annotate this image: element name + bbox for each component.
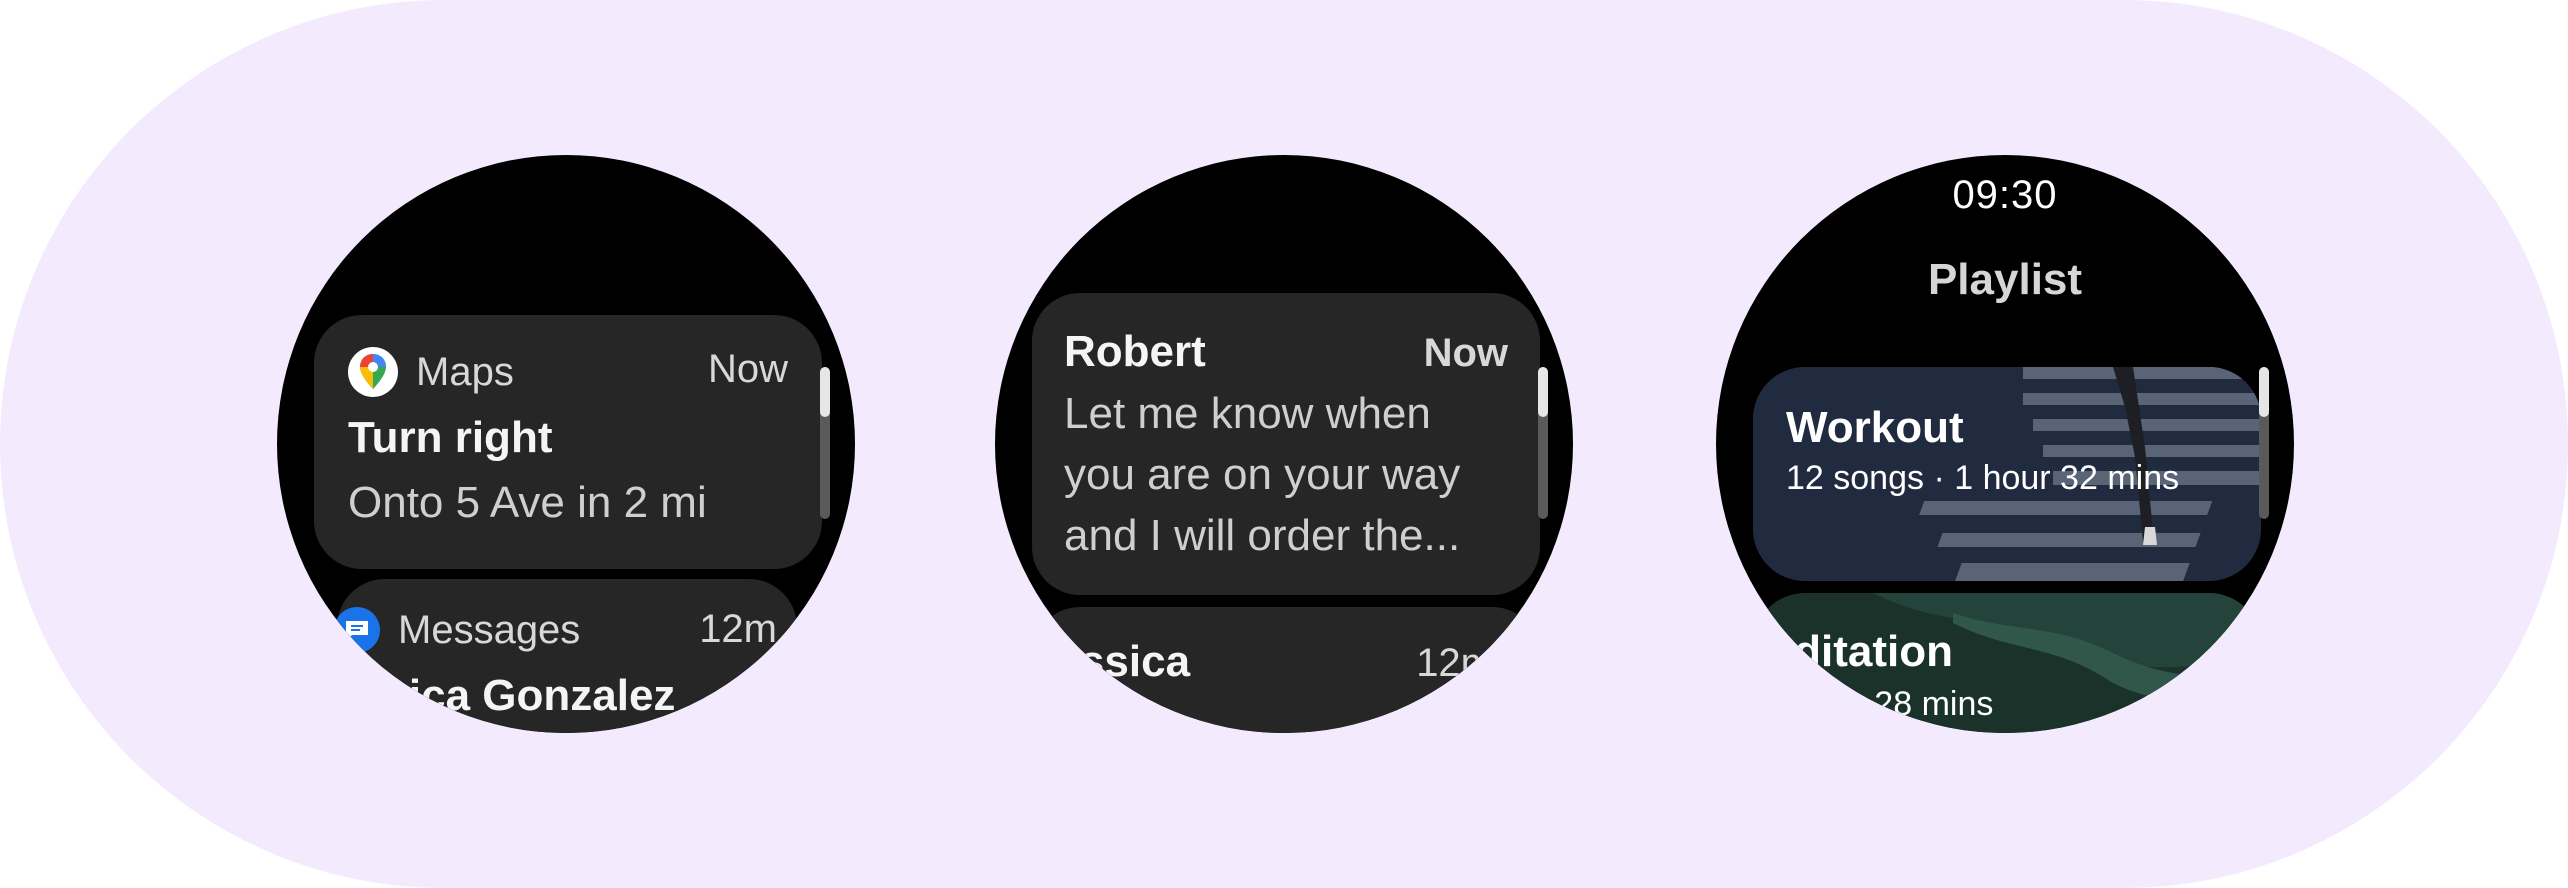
scrollbar-thumb[interactable] <box>1538 367 1548 417</box>
playlist-chip-workout[interactable]: Workout 12 songs · 1 hour 32 mins <box>1753 367 2261 581</box>
notification-app-row: Messages <box>334 607 580 653</box>
message-time: Now <box>1423 331 1508 375</box>
watch-playlist: 09:30 Playlist Workout 12 songs · 1 hour… <box>1716 155 2294 733</box>
notification-app-row: Maps <box>348 347 514 397</box>
message-line-2: you are on your way <box>1064 450 1461 499</box>
notification-title: Jessica Gonzalez <box>311 671 676 720</box>
notification-time: Now <box>707 347 788 391</box>
scrollbar-thumb[interactable] <box>820 367 830 417</box>
message-card-jessica[interactable]: Jessica 12m <box>1031 607 1540 733</box>
canvas-background: Maps Now Turn right Onto 5 Ave in 2 mi M… <box>0 0 2568 888</box>
message-sender: Jessica <box>1031 637 1191 686</box>
watch-notifications-maps: Maps Now Turn right Onto 5 Ave in 2 mi M… <box>277 155 855 733</box>
notification-card-messages[interactable]: Messages 12m Jessica Gonzalez <box>311 579 797 733</box>
playlist-chip-meditation[interactable]: Meditation 5 songs · 28 mins <box>1753 593 2261 733</box>
notification-time: 12m <box>699 607 777 651</box>
playlist-title: Meditation <box>1753 627 1953 676</box>
notification-card-maps[interactable]: Maps Now Turn right Onto 5 Ave in 2 mi <box>314 315 822 569</box>
notification-app-name: Maps <box>416 349 514 394</box>
notification-app-name: Messages <box>398 607 581 652</box>
notification-title: Turn right <box>348 413 553 462</box>
message-card-robert[interactable]: Robert Now Let me know when you are on y… <box>1032 293 1540 595</box>
message-line-1: Let me know when <box>1064 389 1431 438</box>
screen-title: Playlist <box>1927 255 2083 304</box>
playlist-subtitle: 12 songs · 1 hour 32 mins <box>1786 459 2180 497</box>
clock-time: 09:30 <box>1952 173 2058 217</box>
messages-icon <box>334 607 380 653</box>
notification-body: Onto 5 Ave in 2 mi <box>348 478 707 527</box>
watch-message-detail: Robert Now Let me know when you are on y… <box>995 155 1573 733</box>
playlist-subtitle: 5 songs · 28 mins <box>1753 685 1994 723</box>
scrollbar-thumb[interactable] <box>2259 367 2269 417</box>
maps-pin-icon <box>348 347 398 397</box>
playlist-title: Workout <box>1786 403 1964 452</box>
message-line-3: and I will order the... <box>1064 511 1461 560</box>
message-sender: Robert <box>1064 327 1206 376</box>
message-time: 12m <box>1416 641 1494 685</box>
